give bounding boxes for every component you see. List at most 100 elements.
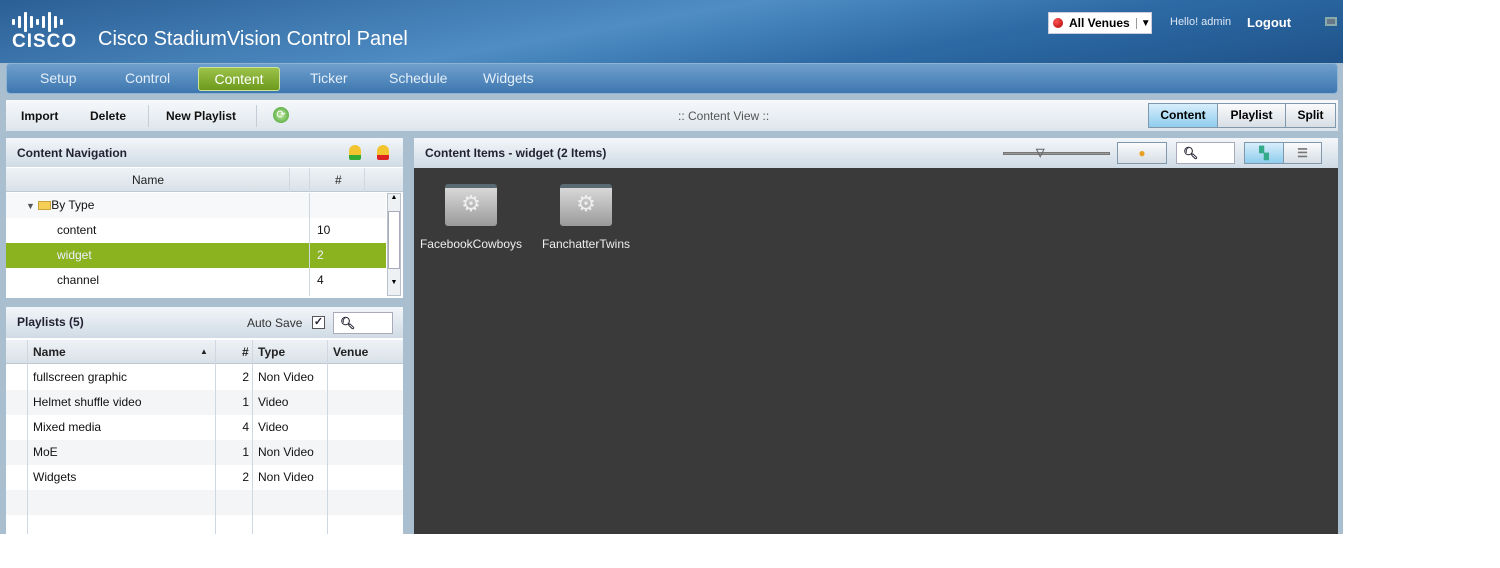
new-playlist-button[interactable]: New Playlist [166, 109, 236, 123]
item-name: content [57, 223, 97, 237]
playlist-count: 2 [242, 470, 249, 484]
zoom-slider[interactable] [1003, 152, 1110, 155]
tab-setup[interactable]: Setup [40, 70, 77, 86]
main-nav: Setup Control Content Ticker Schedule Wi… [6, 63, 1338, 94]
tab-content[interactable]: Content [198, 67, 280, 91]
playlist-row[interactable]: Helmet shuffle video 1 Video [6, 390, 403, 415]
playlist-row[interactable]: fullscreen graphic 2 Non Video [6, 365, 403, 390]
tree-group[interactable]: ▼ By Type [6, 193, 386, 218]
greeting: Hello! admin [1170, 16, 1232, 28]
column-type[interactable]: Type [258, 345, 285, 359]
column-name[interactable]: Name [33, 345, 66, 359]
panel-title: Content Items - widget (2 Items) [425, 146, 607, 160]
group-label: By Type [51, 198, 95, 212]
playlists-panel: Playlists (5) Auto Save ✓ 🔍︎ Name ▲ # Ty… [6, 307, 403, 540]
toolbar: Import Delete New Playlist ⟳ :: Content … [6, 100, 1338, 131]
playlist-name: Mixed media [33, 420, 102, 434]
item-count: 10 [317, 223, 331, 237]
column-header: Name # [6, 168, 403, 192]
playlist-name: Widgets [33, 470, 77, 484]
divider [256, 105, 257, 127]
tree-item[interactable]: content 10 [6, 218, 386, 243]
playlist-count: 4 [242, 420, 249, 434]
column-venue[interactable]: Venue [333, 345, 368, 359]
search-icon: 🔍︎ [340, 316, 356, 330]
scroll-thumb[interactable] [388, 211, 400, 269]
search-icon: 🔍︎ [1183, 146, 1199, 160]
tab-ticker[interactable]: Ticker [310, 70, 348, 86]
column-count[interactable]: # [242, 345, 249, 359]
venue-select-value: All Venues [1069, 16, 1130, 30]
content-search-input[interactable]: 🔍︎ [1176, 142, 1235, 164]
scrollbar[interactable]: ▲ ▼ [387, 193, 401, 296]
list-icon: ☰ [1297, 146, 1308, 160]
panel-header: Content Navigation [6, 138, 403, 167]
item-name: widget [57, 248, 92, 262]
content-item[interactable]: ⚙ FanchatterTwins [529, 184, 643, 251]
content-item[interactable]: ⚙ FacebookCowboys [414, 184, 528, 251]
content-item-label: FacebookCowboys [419, 237, 523, 251]
scroll-down-icon[interactable]: ▼ [388, 279, 400, 286]
tree-item[interactable]: channel 4 [6, 268, 386, 293]
list-view-button[interactable]: ☰ [1283, 142, 1322, 164]
view-title: :: Content View :: [678, 109, 770, 123]
divider [148, 105, 149, 127]
playlist-name: MoE [33, 445, 58, 459]
item-count: 4 [317, 273, 324, 287]
auto-save-label: Auto Save [247, 316, 303, 330]
tab-control[interactable]: Control [125, 70, 170, 86]
content-navigation-panel: Content Navigation Name # ▼ By Type cont… [6, 138, 403, 298]
playlist-search-input[interactable]: 🔍︎ [333, 312, 393, 334]
chevron-down-icon: ▼ [1135, 17, 1151, 29]
view-split-button[interactable]: Split [1285, 103, 1336, 128]
auto-save-checkbox[interactable]: ✓ [312, 316, 325, 329]
panel-header: Playlists (5) Auto Save ✓ 🔍︎ [6, 307, 403, 338]
column-count[interactable]: # [335, 173, 342, 187]
folder-icon [38, 201, 52, 210]
playlist-count: 1 [242, 445, 249, 459]
playlist-name: fullscreen graphic [33, 370, 128, 384]
user-icon: ● [1138, 146, 1146, 160]
cisco-logo: CISCO [12, 12, 77, 53]
grid-icon: ▚ [1259, 146, 1269, 160]
playlist-row[interactable] [6, 490, 403, 515]
add-folder-icon[interactable] [349, 145, 361, 160]
grid-view-button[interactable]: ▚ [1244, 142, 1284, 164]
column-name[interactable]: Name [132, 173, 164, 187]
logout-link[interactable]: Logout [1247, 15, 1291, 30]
item-count: 2 [317, 248, 324, 262]
view-content-button[interactable]: Content [1148, 103, 1218, 128]
view-playlist-button[interactable]: Playlist [1217, 103, 1286, 128]
playlist-row[interactable]: Mixed media 4 Video [6, 415, 403, 440]
playlist-type: Video [258, 420, 289, 434]
tree-item-selected[interactable]: widget 2 [6, 243, 386, 268]
playlist-row[interactable]: MoE 1 Non Video [6, 440, 403, 465]
playlist-type: Video [258, 395, 289, 409]
item-name: channel [57, 273, 100, 287]
playlist-type: Non Video [258, 470, 314, 484]
playlist-row[interactable] [6, 515, 403, 540]
tab-widgets[interactable]: Widgets [483, 70, 534, 86]
sort-asc-icon: ▲ [200, 347, 208, 356]
playlist-row[interactable]: Widgets 2 Non Video [6, 465, 403, 490]
refresh-icon[interactable]: ⟳ [273, 107, 289, 123]
panel-title: Playlists (5) [17, 315, 84, 329]
window-icon[interactable] [1325, 17, 1337, 26]
scroll-up-icon[interactable]: ▲ [388, 194, 400, 201]
content-items-panel: Content Items - widget (2 Items) ▽ ● 🔍︎ … [414, 138, 1338, 534]
column-header: Name ▲ # Type Venue [6, 340, 403, 364]
playlist-name: Helmet shuffle video [33, 395, 142, 409]
import-button[interactable]: Import [21, 109, 58, 123]
user-filter-button[interactable]: ● [1117, 142, 1167, 164]
app-title: Cisco StadiumVision Control Panel [98, 28, 408, 50]
delete-button[interactable]: Delete [90, 109, 126, 123]
venue-select[interactable]: All Venues ▼ [1048, 12, 1152, 34]
delete-folder-icon[interactable] [377, 145, 389, 160]
widget-icon: ⚙ [560, 184, 612, 226]
header: CISCO Cisco StadiumVision Control Panel … [0, 0, 1343, 63]
tab-schedule[interactable]: Schedule [389, 70, 447, 86]
expand-icon[interactable]: ▼ [6, 201, 35, 211]
slider-handle[interactable]: ▽ [1036, 146, 1044, 159]
widget-icon: ⚙ [445, 184, 497, 226]
playlist-count: 1 [242, 395, 249, 409]
